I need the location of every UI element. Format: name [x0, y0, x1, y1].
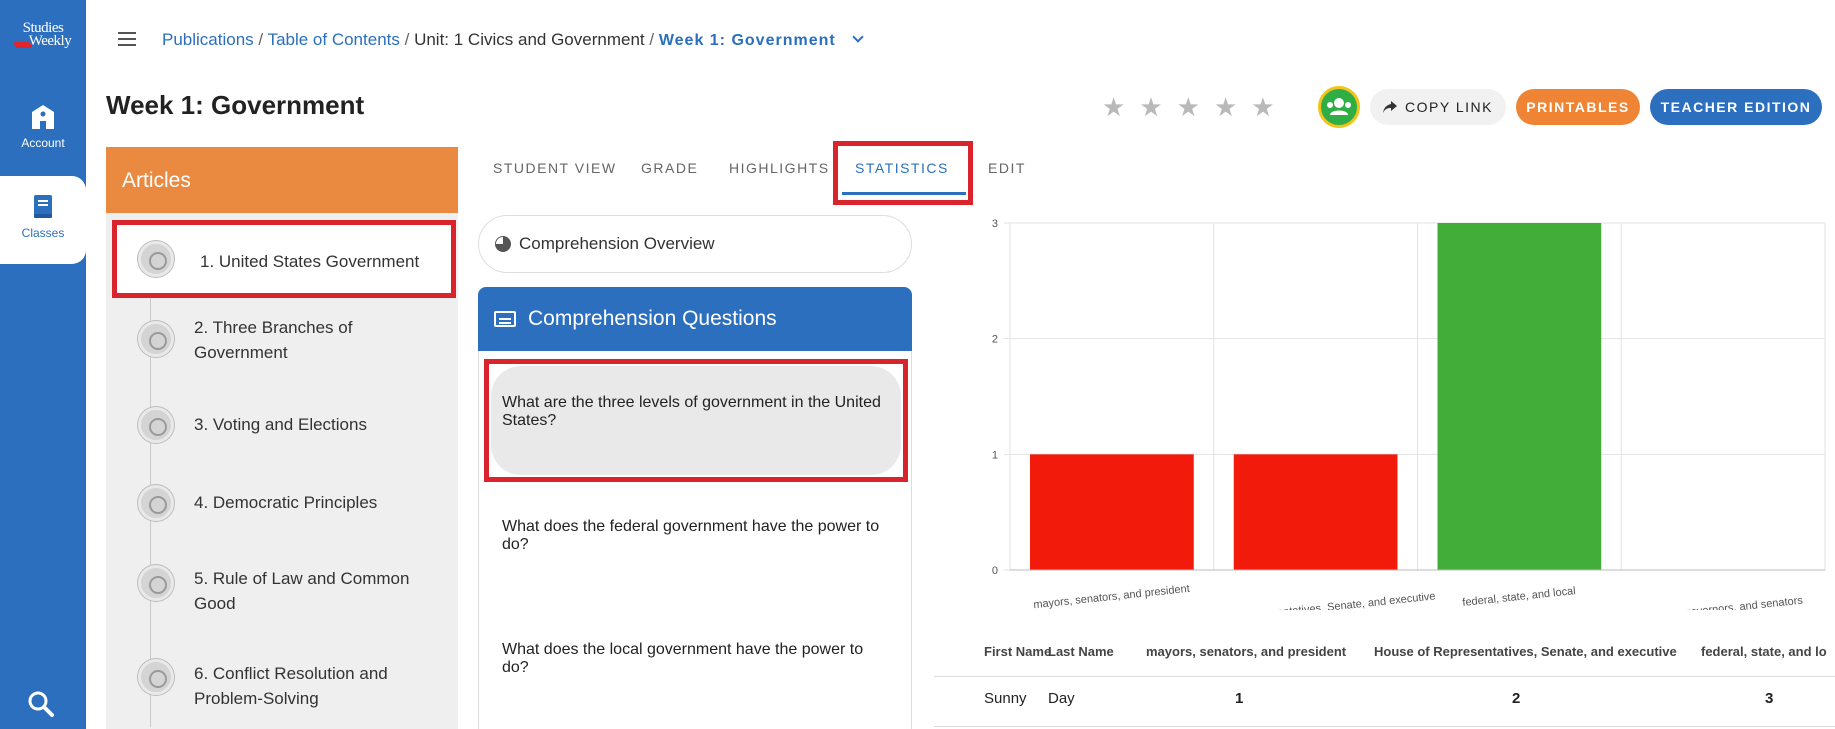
users-icon: [1327, 98, 1351, 115]
th-first-name: First Name: [984, 644, 1052, 659]
copy-link-button[interactable]: COPY LINK: [1370, 89, 1506, 125]
school-icon: [32, 105, 54, 129]
book-icon: [34, 195, 52, 218]
articles-heading: Articles: [106, 147, 458, 213]
td-option-1: 1: [1235, 690, 1244, 707]
question-item-1[interactable]: What are the three levels of government …: [478, 394, 912, 430]
y-tick-label: 2: [992, 334, 998, 346]
search-icon[interactable]: [27, 690, 55, 718]
tab-edit[interactable]: EDIT: [988, 160, 1026, 176]
article-item-2[interactable]: 2. Three Branches of Government: [106, 307, 458, 381]
star-icon[interactable]: ★: [1139, 94, 1162, 120]
pie-chart-icon: [495, 236, 511, 252]
left-rail: Studies Weekly Account Classes: [0, 0, 86, 729]
star-icon[interactable]: ★: [1214, 94, 1237, 120]
x-category-label: mayors, governors, and senators: [1642, 595, 1804, 610]
bar-1: [1030, 454, 1194, 570]
article-item-1[interactable]: 1. United States Government: [112, 220, 456, 298]
question-item-2[interactable]: What does the federal government have th…: [478, 518, 912, 554]
rail-account[interactable]: Account: [0, 104, 86, 150]
medal-icon: [138, 407, 174, 443]
td-option-2: 2: [1512, 690, 1521, 707]
bar-3: [1437, 223, 1602, 570]
page-title: Week 1: Government: [106, 90, 365, 120]
breadcrumb-week-dropdown[interactable]: Week 1: Government: [659, 32, 836, 49]
tab-grade[interactable]: GRADE: [641, 160, 698, 176]
th-option-3: federal, state, and lo: [1701, 644, 1827, 659]
breadcrumb: Publications / Table of Contents / Unit:…: [162, 30, 865, 50]
comprehension-questions-heading: Comprehension Questions: [478, 287, 912, 351]
printables-button[interactable]: PRINTABLES: [1516, 89, 1640, 125]
tab-student-view[interactable]: STUDENT VIEW: [493, 160, 617, 176]
teacher-edition-button[interactable]: TEACHER EDITION: [1650, 89, 1822, 125]
comprehension-overview-button[interactable]: Comprehension Overview: [478, 215, 912, 273]
menu-icon[interactable]: [118, 32, 136, 46]
share-arrow-icon: [1383, 101, 1398, 113]
medal-icon: [138, 241, 174, 277]
article-item-5[interactable]: 5. Rule of Law and Common Good: [106, 543, 458, 617]
breadcrumb-table-of-contents[interactable]: Table of Contents: [268, 30, 400, 49]
medal-icon: [138, 659, 174, 695]
x-category-label: mayors, senators, and president: [1033, 583, 1191, 610]
statistics-highlight-box: [833, 141, 973, 205]
logo-swoosh: [14, 42, 32, 48]
group-avatar[interactable]: [1318, 86, 1360, 128]
th-option-1: mayors, senators, and president: [1146, 644, 1347, 659]
row-divider: [934, 676, 1835, 677]
bar-2: [1233, 454, 1398, 570]
rail-classes[interactable]: Classes: [0, 176, 86, 264]
y-tick-label: 3: [992, 218, 998, 230]
chevron-down-icon[interactable]: [852, 31, 865, 43]
td-last-name: Day: [1048, 690, 1075, 707]
th-option-2: House of Representatives, Senate, and ex…: [1374, 644, 1677, 659]
article-item-4[interactable]: 4. Democratic Principles: [106, 473, 458, 547]
star-icon[interactable]: ★: [1102, 94, 1125, 120]
article-item-3[interactable]: 3. Voting and Elections: [106, 395, 458, 469]
rating-stars[interactable]: ★ ★ ★ ★ ★: [1102, 94, 1289, 121]
x-category-label: House of Representatives, Senate, and ex…: [1195, 590, 1436, 610]
td-first-name: Sunny: [984, 690, 1027, 707]
star-icon[interactable]: ★: [1251, 94, 1274, 120]
td-option-3: 3: [1765, 690, 1774, 707]
medal-icon: [138, 321, 174, 357]
tab-highlights[interactable]: HIGHLIGHTS: [729, 160, 830, 176]
article-item-6[interactable]: 6. Conflict Resolution and Problem-Solvi…: [106, 637, 458, 711]
question-item-3[interactable]: What does the local government have the …: [478, 641, 912, 677]
statistics-bar-chart: 0 1 2 3 mayors, senators, and president House…: [992, 218, 1826, 610]
breadcrumb-unit: Unit: 1 Civics and Government: [414, 30, 645, 49]
card-icon: [494, 311, 516, 327]
x-category-label: federal, state, and local: [1462, 585, 1576, 609]
y-tick-label: 0: [992, 565, 998, 577]
breadcrumb-publications[interactable]: Publications: [162, 30, 254, 49]
star-icon[interactable]: ★: [1177, 94, 1200, 120]
y-tick-label: 1: [992, 449, 998, 461]
row-divider: [934, 726, 1835, 727]
th-last-name: Last Name: [1048, 644, 1114, 659]
studies-weekly-logo[interactable]: Studies Weekly: [0, 21, 86, 49]
articles-panel: Articles 1. United States Government 2. …: [106, 147, 458, 729]
medal-icon: [138, 485, 174, 521]
medal-icon: [138, 565, 174, 601]
